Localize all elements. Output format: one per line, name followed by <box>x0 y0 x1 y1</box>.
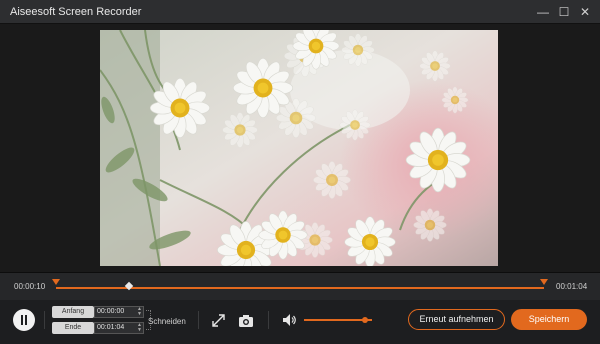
end-time-stepper-icon[interactable]: ▲ ▼ <box>137 323 142 333</box>
end-time-label: Ende <box>52 322 94 334</box>
video-frame-image <box>100 30 498 266</box>
save-button[interactable]: Speichern <box>511 309 587 330</box>
start-time-value: 00:00:00 <box>97 308 125 315</box>
volume-slider-handle[interactable] <box>362 317 369 323</box>
maximize-button[interactable]: ☐ <box>556 4 572 20</box>
window-title: Aiseesoft Screen Recorder <box>10 6 142 18</box>
start-time-field[interactable]: 00:00:00 ▲ ▼ <box>94 306 144 318</box>
end-time-value: 00:01:04 <box>97 324 125 331</box>
close-button[interactable]: ✕ <box>577 4 593 20</box>
timeline-start-time: 00:00:10 <box>14 282 46 291</box>
rerecord-button[interactable]: Erneut aufnehmen <box>408 309 505 330</box>
trim-start-handle[interactable] <box>52 279 60 285</box>
divider <box>198 311 199 329</box>
title-bar: Aiseesoft Screen Recorder — ☐ ✕ <box>0 0 600 24</box>
expand-icon[interactable] <box>212 314 225 327</box>
timeline-end-time: 00:01:04 <box>556 282 588 291</box>
pause-button[interactable] <box>13 309 35 331</box>
control-bar: Anfang 00:00:00 ▲ ▼ Ende 00:01:04 ▲ ▼ Schn… <box>0 300 600 344</box>
start-time-stepper-icon[interactable]: ▲ ▼ <box>137 307 142 317</box>
start-time-label: Anfang <box>52 306 94 318</box>
camera-icon[interactable] <box>239 314 253 327</box>
preview-area <box>0 24 600 272</box>
trim-end-handle[interactable] <box>540 279 548 285</box>
pause-icon <box>21 315 23 325</box>
divider <box>268 311 269 329</box>
timeline: 00:00:10 00:01:04 <box>0 272 600 300</box>
cut-button[interactable]: Schneiden <box>148 317 186 326</box>
divider <box>44 311 45 329</box>
minimize-button[interactable]: — <box>535 4 551 20</box>
video-preview <box>100 30 498 266</box>
volume-icon[interactable] <box>282 313 296 327</box>
end-time-field[interactable]: 00:01:04 ▲ ▼ <box>94 322 144 334</box>
